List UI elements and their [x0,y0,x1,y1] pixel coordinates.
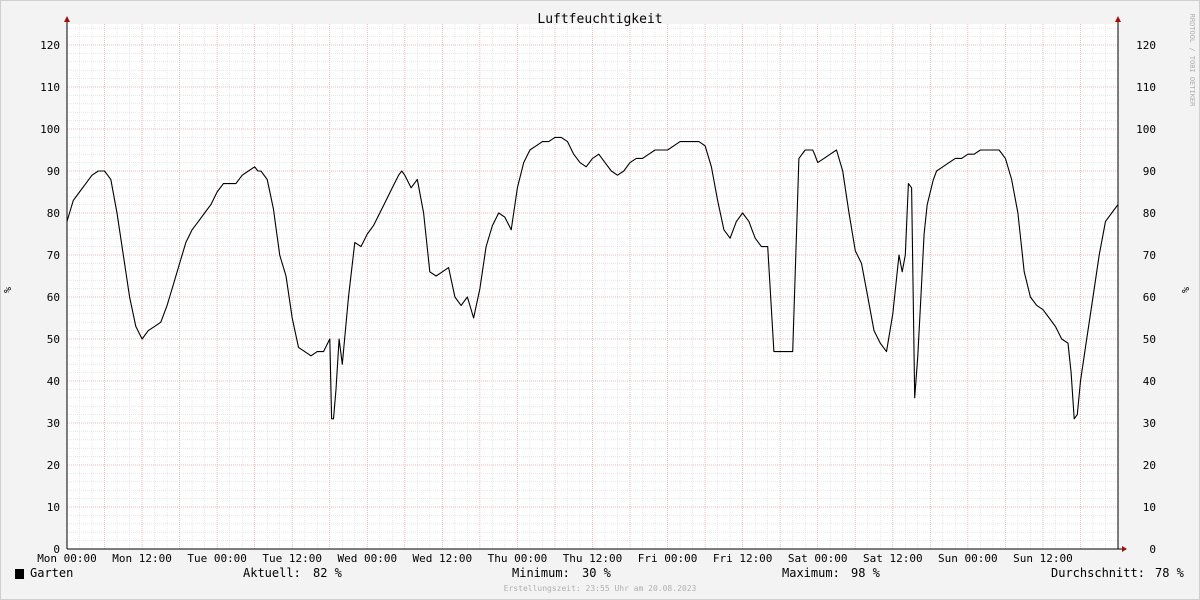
y-axis-arrow-right [1115,16,1121,22]
y-tick-label-left: 120 [40,39,60,52]
y-tick-label-left: 30 [47,417,60,430]
legend-row: Garten Aktuell: 82 % Minimum: 30 % Maxim… [0,566,1200,584]
y-tick-label-right: 70 [1143,249,1156,262]
chart-title: Luftfeuchtigkeit [537,12,662,27]
avg-label: Durchschnitt: [1051,566,1145,580]
x-axis-arrow [1122,546,1127,552]
max-label: Maximum: [782,566,840,580]
y-tick-label-right: 80 [1143,207,1156,220]
min-value: 30 % [582,566,611,580]
y-tick-label-right: 90 [1143,165,1156,178]
y-tick-label-left: 70 [47,249,60,262]
y-tick-label-left: 60 [47,291,60,304]
current-label: Aktuell: [243,566,301,580]
x-tick-label: Fri 00:00 [638,552,698,565]
x-tick-label: Sun 00:00 [938,552,998,565]
y-tick-label-left: 100 [40,123,60,136]
y-tick-label-right: 30 [1143,417,1156,430]
max-value: 98 % [851,566,880,580]
avg-value: 78 % [1155,566,1184,580]
y-tick-label-right: 40 [1143,375,1156,388]
y-tick-label-right: 110 [1136,81,1156,94]
x-tick-label: Tue 12:00 [262,552,322,565]
x-tick-label: Sat 12:00 [863,552,923,565]
x-tick-label: Mon 00:00 [37,552,97,565]
y-tick-label-left: 90 [47,165,60,178]
y-tick-label-left: 10 [47,501,60,514]
chart-canvas: 0 10 20 30 40 50 60 70 80 90 100 110 120 0 10 20 30 40 50… [3,12,1196,565]
x-tick-label: Sun 12:00 [1013,552,1073,565]
y-tick-label-right: 60 [1143,291,1156,304]
x-tick-label: Fri 12:00 [713,552,773,565]
y-tick-label-right: 50 [1143,333,1156,346]
min-label: Minimum: [512,566,570,580]
watermark: RRDTOOL / TOBI OETIKER [1188,14,1196,108]
x-tick-label: Thu 12:00 [563,552,623,565]
creation-time: Erstellungszeit: 23:55 Uhr am 20.08.2023 [503,584,697,593]
y-tick-label-right: 120 [1136,39,1156,52]
x-tick-label: Thu 00:00 [488,552,548,565]
y-tick-label-right: 20 [1143,459,1156,472]
y-axis-right: 0 10 20 30 40 50 60 70 80 90 100 110 120 [1136,39,1156,556]
current-value: 82 % [313,566,342,580]
y-tick-label-left: 50 [47,333,60,346]
y-axis-label-right: % [1181,287,1192,293]
y-axis-label-left: % [3,287,14,293]
y-tick-label-right: 100 [1136,123,1156,136]
legend-series-name: Garten [30,566,74,580]
y-tick-label-left: 20 [47,459,60,472]
y-tick-label-left: 110 [40,81,60,94]
y-tick-label-left: 80 [47,207,60,220]
x-tick-label: Wed 00:00 [337,552,397,565]
y-axis-arrow-left [64,16,70,22]
x-tick-label: Mon 12:00 [112,552,172,565]
y-tick-label-right: 10 [1143,501,1156,514]
y-axis-left: 0102030405060708090100110120 [40,39,60,556]
x-tick-label: Sat 00:00 [788,552,848,565]
x-axis: Mon 00:00 Mon 12:00 Tue 00:00 Tue 12:00 Wed … [37,552,1073,565]
y-tick-label-right: 0 [1149,543,1156,556]
y-tick-label-left: 40 [47,375,60,388]
x-tick-label: Tue 00:00 [187,552,247,565]
x-tick-label: Wed 12:00 [413,552,473,565]
